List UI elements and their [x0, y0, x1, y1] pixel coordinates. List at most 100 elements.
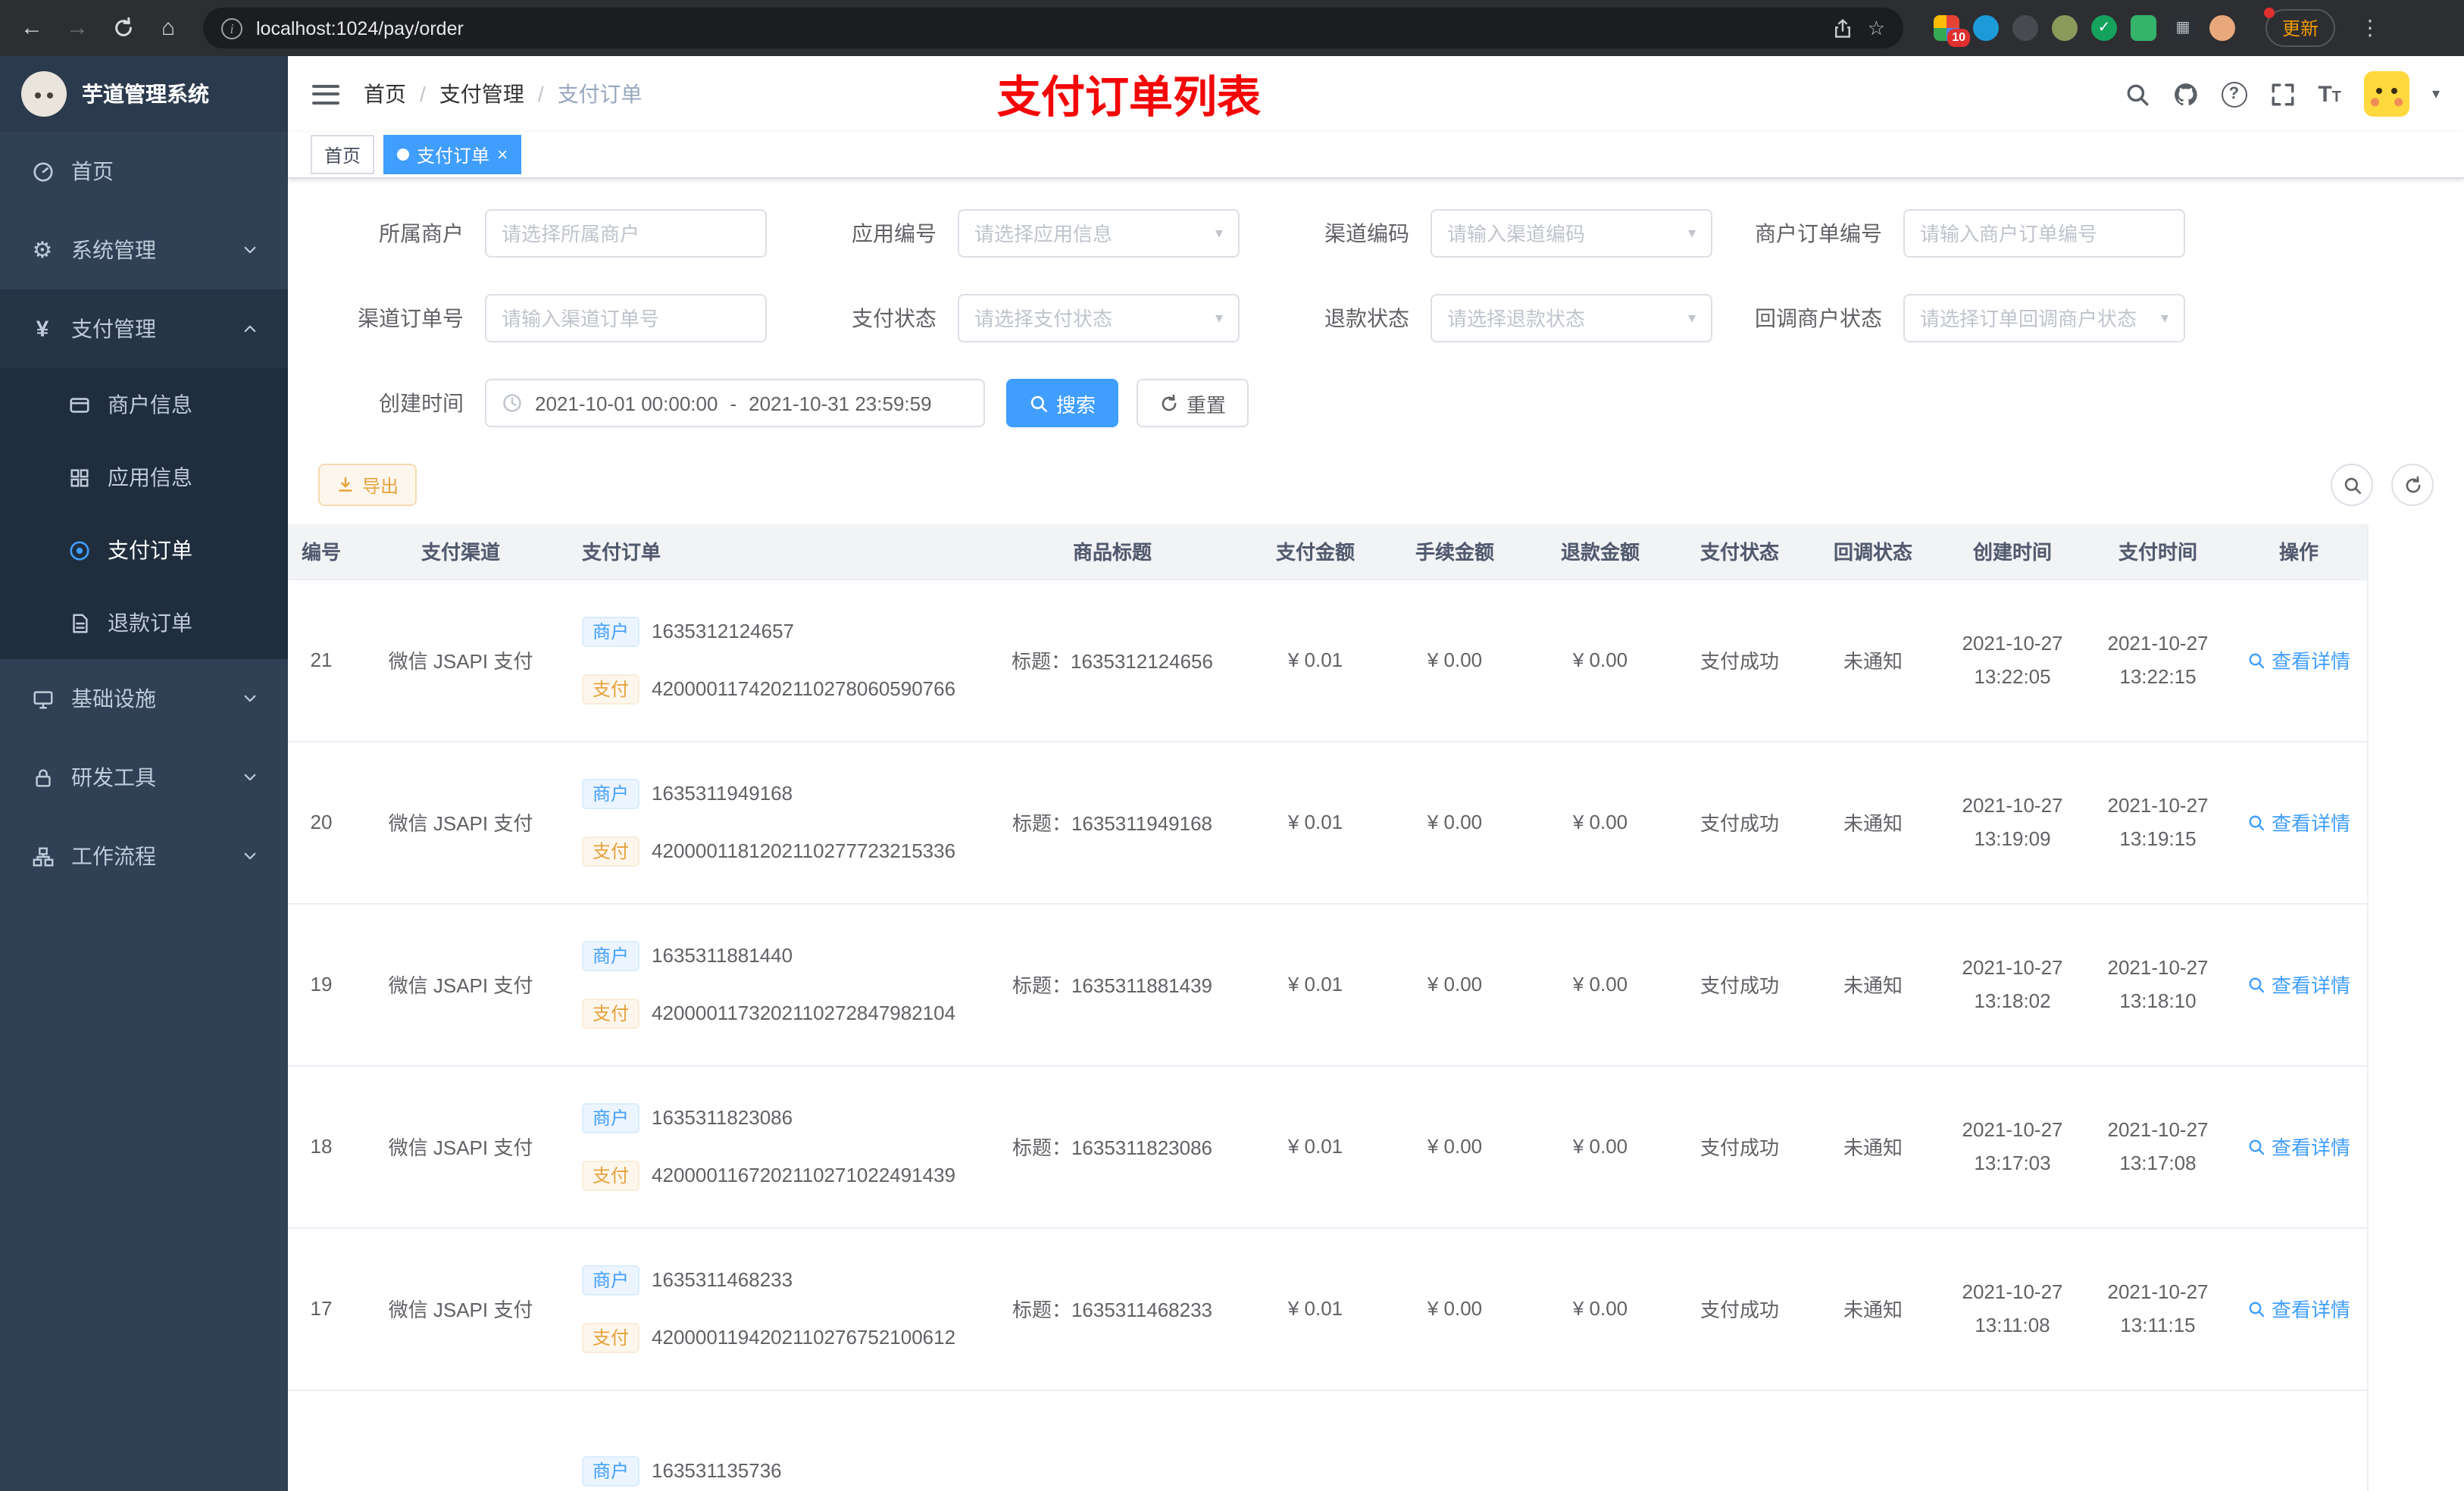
cell-title: 标题：1635311949168: [976, 741, 1249, 904]
channel-code-input[interactable]: [1447, 222, 1682, 245]
table-row: 19 微信 JSAPI 支付 商户 1635311881440 支付 4200001…: [288, 903, 2367, 1066]
cell-fee: ¥ 0.00: [1382, 1065, 1527, 1228]
merchant-order-no: 1635311881440: [652, 943, 793, 966]
view-detail-link[interactable]: 查看详情: [2247, 1294, 2350, 1323]
bookmark-star-icon[interactable]: ☆: [1868, 16, 1885, 40]
tab-home[interactable]: 首页: [311, 135, 375, 174]
cell-title: 标题：1635311823086: [976, 1065, 1249, 1228]
sidebar-item-system[interactable]: ⚙ 系统管理: [0, 211, 288, 289]
merchant-input[interactable]: [502, 222, 750, 245]
reset-button[interactable]: 重置: [1137, 379, 1249, 427]
merchant-tag: 商户: [582, 1455, 640, 1486]
caret-down-icon[interactable]: ▾: [2432, 86, 2440, 102]
close-icon[interactable]: ×: [497, 145, 508, 164]
extension-icon[interactable]: [2131, 15, 2156, 41]
filter-form: 所属商户 应用编号 ▾ 渠道编码 ▾ 商户订单编号: [288, 209, 2464, 427]
browser-reload-icon[interactable]: [106, 11, 139, 45]
browser-back-icon[interactable]: ←: [15, 11, 48, 45]
breadcrumb-home[interactable]: 首页: [364, 79, 406, 109]
merchant-order-no-field[interactable]: [1903, 209, 2185, 258]
tab-pay-order[interactable]: 支付订单 ×: [383, 135, 522, 174]
search-icon[interactable]: [2124, 81, 2150, 107]
site-info-icon[interactable]: i: [221, 17, 242, 39]
browser-forward-icon[interactable]: →: [61, 11, 94, 45]
sidebar-item-infra[interactable]: 基础设施: [0, 659, 288, 738]
export-button[interactable]: 导出: [318, 464, 417, 506]
sidebar-item-workflow[interactable]: 工作流程: [0, 817, 288, 896]
merchant-order-no: 1635311949168: [652, 781, 793, 804]
merchant-tag: 商户: [582, 1264, 640, 1295]
filter-label: 回调商户状态: [1755, 306, 1882, 330]
cell-fee: ¥ 0.00: [1382, 741, 1527, 904]
caret-down-icon: ▾: [1215, 310, 1223, 327]
channel-code-select[interactable]: ▾: [1431, 209, 1712, 258]
extension-icon[interactable]: [2052, 15, 2078, 41]
view-detail-link[interactable]: 查看详情: [2247, 1132, 2350, 1161]
merchant-order-no-input[interactable]: [1920, 222, 2169, 245]
caret-down-icon: ▾: [1215, 225, 1223, 242]
filter-label: 支付状态: [852, 306, 937, 330]
browser-home-icon[interactable]: ⌂: [152, 11, 185, 45]
extensions-puzzle-icon[interactable]: ▦: [2170, 15, 2196, 41]
cell-notify: 未通知: [1806, 579, 1940, 742]
sidebar-item-refund-order[interactable]: 退款订单: [0, 586, 288, 659]
filter-label: 所属商户: [379, 221, 464, 245]
sidebar-item-pay-order[interactable]: 支付订单: [0, 514, 288, 586]
app-input[interactable]: [974, 222, 1209, 245]
toggle-search-button[interactable]: [2331, 464, 2373, 506]
sidebar-item-label: 支付订单: [108, 538, 192, 562]
help-icon[interactable]: ?: [2221, 81, 2247, 107]
cell-id: 20: [288, 741, 355, 904]
sidebar-item-devtools[interactable]: 研发工具: [0, 738, 288, 817]
extension-icon[interactable]: ✓: [2091, 15, 2117, 41]
browser-menu-icon[interactable]: ⋮: [2359, 15, 2381, 41]
profile-avatar-icon[interactable]: [2209, 15, 2235, 41]
extension-icon[interactable]: [2012, 15, 2038, 41]
hamburger-icon[interactable]: [288, 56, 364, 132]
sidebar-item-home[interactable]: 首页: [0, 132, 288, 211]
app-select[interactable]: ▾: [958, 209, 1240, 258]
cell-order: 商户 1635311949168 支付 4200001181202110277723…: [567, 741, 976, 904]
cell-pay-time: 2021-10-27 13:11:15: [2085, 1227, 2231, 1390]
font-size-icon[interactable]: TT: [2318, 83, 2341, 105]
pay-status-input[interactable]: [974, 307, 1209, 330]
browser-chrome: ← → ⌂ i localhost:1024/pay/order ☆ 10 ✓ …: [0, 0, 2464, 56]
breadcrumb-pay-mgmt[interactable]: 支付管理: [439, 79, 524, 109]
user-avatar[interactable]: [2363, 71, 2409, 117]
refresh-table-button[interactable]: [2391, 464, 2434, 506]
refund-status-input[interactable]: [1447, 307, 1682, 330]
view-detail-link[interactable]: 查看详情: [2247, 645, 2350, 674]
refund-status-select[interactable]: ▾: [1431, 294, 1712, 342]
sidebar-item-merchant-info[interactable]: 商户信息: [0, 368, 288, 441]
cell-fee: ¥ 0.00: [1382, 1227, 1527, 1390]
sidebar-item-app-info[interactable]: 应用信息: [0, 441, 288, 514]
sidebar-item-payment[interactable]: ¥ 支付管理: [0, 289, 288, 368]
github-icon[interactable]: [2172, 81, 2198, 107]
create-time-range-picker[interactable]: 2021-10-01 00:00:00 - 2021-10-31 23:59:5…: [485, 379, 985, 427]
payment-submenu: 商户信息 应用信息 支付订单 退款订单: [0, 368, 288, 659]
url-bar[interactable]: i localhost:1024/pay/order ☆: [203, 8, 1903, 48]
document-icon: [67, 611, 91, 635]
fullscreen-icon[interactable]: [2269, 81, 2295, 107]
update-button[interactable]: 更新: [2264, 8, 2336, 47]
extension-icon[interactable]: 10: [1934, 15, 1970, 47]
view-detail-link[interactable]: 查看详情: [2247, 970, 2350, 999]
share-icon[interactable]: [1833, 17, 1854, 39]
search-button[interactable]: 搜索: [1006, 379, 1119, 427]
extension-icon[interactable]: [1973, 15, 1999, 41]
notify-status-select[interactable]: ▾: [1903, 294, 2185, 342]
lock-icon: [30, 765, 55, 789]
navbar: 首页 / 支付管理 / 支付订单 支付订单列表 ? TT ▾: [288, 56, 2464, 132]
col-header-create-time: 创建时间: [1940, 524, 2085, 580]
table-row: 17 微信 JSAPI 支付 商户 1635311468233 支付 4200001…: [288, 1227, 2367, 1390]
channel-order-no-field[interactable]: [485, 294, 767, 342]
app-logo[interactable]: 芋道管理系统: [0, 56, 288, 132]
notify-status-input[interactable]: [1920, 307, 2155, 330]
sidebar-item-label: 基础设施: [71, 686, 156, 711]
pay-status-select[interactable]: ▾: [958, 294, 1240, 342]
merchant-select[interactable]: [485, 209, 767, 258]
search-icon: [2247, 1137, 2265, 1155]
breadcrumb: 首页 / 支付管理 / 支付订单: [364, 79, 643, 109]
view-detail-link[interactable]: 查看详情: [2247, 808, 2350, 836]
channel-order-no-input[interactable]: [502, 307, 750, 330]
